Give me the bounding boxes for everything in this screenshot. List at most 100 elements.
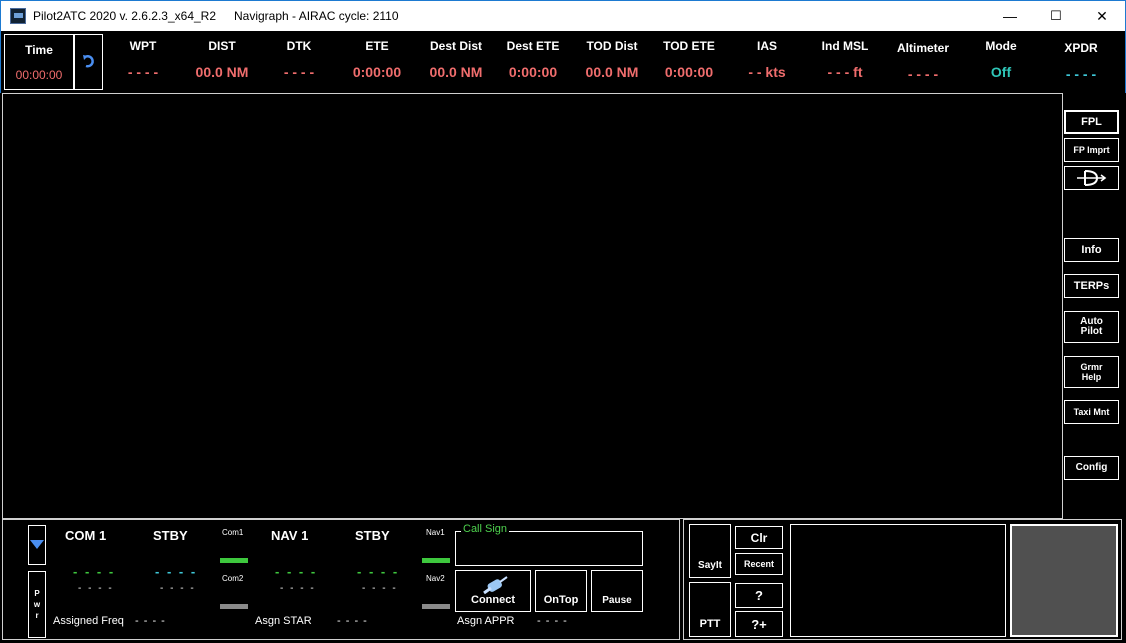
auto-pilot-button[interactable]: Auto Pilot <box>1064 311 1119 343</box>
power-button[interactable]: P w r <box>28 571 46 638</box>
pwr-letter-p: P <box>34 589 40 598</box>
pwr-letter-r: r <box>35 611 39 620</box>
com2-active-freq[interactable]: - - - - <box>78 583 114 594</box>
ias-label: IAS <box>756 39 777 53</box>
dtk-column: DTK - - - - <box>269 31 329 93</box>
recognition-text-box[interactable] <box>790 524 1006 637</box>
refresh-button[interactable] <box>74 34 103 90</box>
clear-button[interactable]: Clr <box>735 526 783 549</box>
config-button[interactable]: Config <box>1064 456 1119 480</box>
wpt-value: - - - - <box>127 64 159 80</box>
com1-indicator[interactable] <box>220 558 248 563</box>
time-display[interactable]: Time 00:00:00 <box>4 34 74 90</box>
com2-indicator[interactable] <box>220 604 248 609</box>
ind-msl-value: - - - ft <box>827 64 863 80</box>
call-sign-label: Call Sign <box>461 523 510 535</box>
xpdr-column[interactable]: XPDR - - - - <box>1051 31 1111 93</box>
com1-small-label: Com1 <box>222 528 244 537</box>
ias-column: IAS - - kts <box>735 31 799 93</box>
pwr-letter-w: w <box>33 600 41 609</box>
tod-dist-label: TOD Dist <box>586 39 638 53</box>
assigned-freq-value: - - - - <box>135 615 166 627</box>
xpdr-label: XPDR <box>1064 41 1098 55</box>
ptt-button[interactable]: PTT <box>689 582 731 637</box>
dest-dist-value: 00.0 NM <box>429 64 483 80</box>
grammar-help-button[interactable]: Grmr Help <box>1064 356 1119 388</box>
asgn-star-value: - - - - <box>337 615 368 627</box>
title-bar: Pilot2ATC 2020 v. 2.6.2.3_x64_R2 Navigrap… <box>0 0 1126 31</box>
tod-dist-column: TOD Dist 00.0 NM <box>577 31 647 93</box>
window-title: Pilot2ATC 2020 v. 2.6.2.3_x64_R2 Navigrap… <box>33 9 399 23</box>
com1-active-freq[interactable]: - - - - <box>73 564 115 579</box>
radio-panel: P w r COM 1 STBY - - - - - - - - - - - -… <box>2 519 680 640</box>
collapse-button[interactable] <box>28 525 46 565</box>
altimeter-column: Altimeter - - - - <box>889 31 957 93</box>
fpl-button[interactable]: FPL <box>1064 110 1119 134</box>
com2-stby-freq[interactable]: - - - - <box>160 583 196 594</box>
tod-ete-label: TOD ETE <box>663 39 715 53</box>
nav1-stby-label: STBY <box>355 528 390 543</box>
ias-value: - - kts <box>748 64 786 80</box>
on-top-button[interactable]: OnTop <box>535 570 587 612</box>
dist-value: 00.0 NM <box>195 64 249 80</box>
com2-small-label: Com2 <box>222 574 244 583</box>
control-panel: SayIt PTT Clr Recent ? ?+ <box>683 519 1122 640</box>
connect-button[interactable]: Connect <box>455 570 531 612</box>
nav1-label: NAV 1 <box>271 528 309 543</box>
mode-label: Mode <box>985 39 1017 53</box>
wpt-column: WPT - - - - <box>113 31 173 93</box>
connect-label: Connect <box>471 594 515 606</box>
help-plus-button[interactable]: ?+ <box>735 611 783 637</box>
nav2-small-label: Nav2 <box>426 574 445 583</box>
ete-value: 0:00:00 <box>352 64 402 80</box>
xpdr-value: - - - - <box>1065 66 1097 82</box>
auto-pilot-label-2: Pilot <box>1080 326 1103 337</box>
dest-ete-label: Dest ETE <box>506 39 560 53</box>
tod-dist-value: 00.0 NM <box>585 64 639 80</box>
direct-to-button[interactable] <box>1064 166 1119 190</box>
dtk-value: - - - - <box>283 64 315 80</box>
sayit-button[interactable]: SayIt <box>689 524 731 578</box>
nav1-small-label: Nav1 <box>426 528 445 537</box>
call-sign-field[interactable]: Call Sign <box>455 523 643 566</box>
nav2-stby-freq[interactable]: - - - - <box>362 583 398 594</box>
direct-to-icon <box>1076 170 1106 186</box>
ind-msl-label: Ind MSL <box>821 39 869 53</box>
main-display[interactable] <box>2 93 1063 519</box>
asgn-star-label: Asgn STAR <box>255 615 312 627</box>
nav2-indicator[interactable] <box>422 604 450 609</box>
tod-ete-value: 0:00:00 <box>664 64 714 80</box>
asgn-appr-label: Asgn APPR <box>457 615 515 627</box>
nav1-stby-freq[interactable]: - - - - <box>357 564 399 579</box>
nav1-active-freq[interactable]: - - - - <box>275 564 317 579</box>
terps-button[interactable]: TERPs <box>1064 274 1119 298</box>
info-button[interactable]: Info <box>1064 238 1119 262</box>
ind-msl-column: Ind MSL - - - ft <box>811 31 879 93</box>
dist-column: DIST 00.0 NM <box>187 31 257 93</box>
close-button[interactable]: ✕ <box>1079 1 1125 31</box>
maximize-button[interactable]: ☐ <box>1033 1 1079 31</box>
time-label: Time <box>25 43 53 57</box>
wpt-label: WPT <box>129 39 157 53</box>
dist-label: DIST <box>208 39 236 53</box>
taxi-mnt-button[interactable]: Taxi Mnt <box>1064 400 1119 424</box>
app-icon <box>10 8 26 24</box>
time-value: 00:00:00 <box>15 68 63 82</box>
status-preview-box <box>1010 524 1118 637</box>
recent-button[interactable]: Recent <box>735 553 783 575</box>
triangle-down-icon <box>30 540 44 549</box>
asgn-appr-value: - - - - <box>537 615 568 627</box>
ete-column: ETE 0:00:00 <box>343 31 411 93</box>
nav2-active-freq[interactable]: - - - - <box>280 583 316 594</box>
refresh-icon <box>82 55 94 68</box>
dest-dist-label: Dest Dist <box>429 39 482 53</box>
com1-stby-freq[interactable]: - - - - <box>155 564 197 579</box>
grammar-help-label-1: Grmr <box>1080 362 1103 372</box>
mode-column[interactable]: Mode Off <box>971 31 1031 93</box>
nav1-indicator[interactable] <box>422 558 450 563</box>
minimize-button[interactable]: — <box>987 1 1033 31</box>
fp-import-button[interactable]: FP Imprt <box>1064 138 1119 162</box>
pause-button[interactable]: Pause <box>591 570 643 612</box>
dest-ete-value: 0:00:00 <box>508 64 558 80</box>
help-button[interactable]: ? <box>735 583 783 608</box>
